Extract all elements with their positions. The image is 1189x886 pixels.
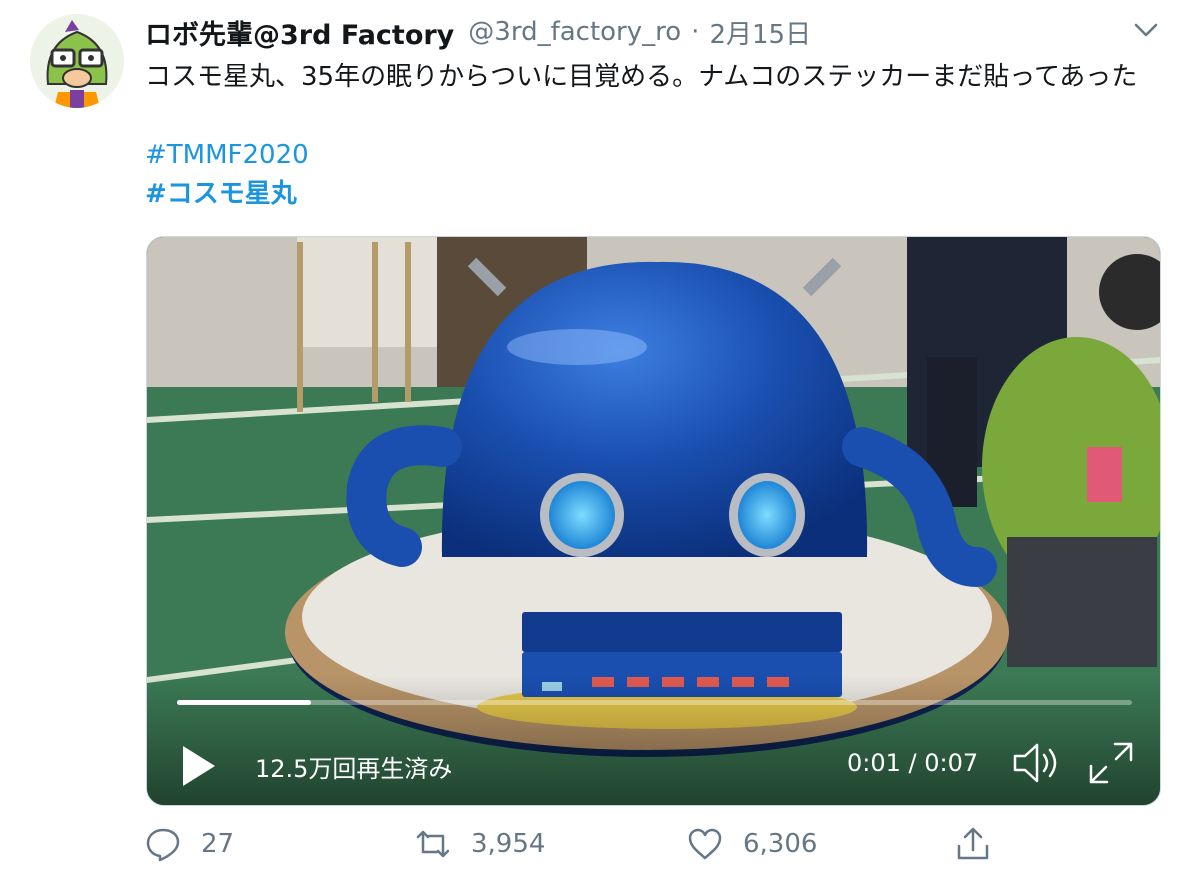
like-icon — [688, 828, 722, 860]
fullscreen-icon[interactable] — [1087, 740, 1135, 786]
chevron-down-icon[interactable] — [1132, 16, 1160, 44]
tweet-text: コスモ星丸、35年の眠りからついに目覚める。ナムコのステッカーまだ貼ってあった — [145, 62, 1138, 92]
timecode: 0:01 / 0:07 — [847, 749, 979, 777]
hashtag-link[interactable]: #TMMF2020 — [145, 135, 309, 175]
video-player[interactable]: 12.5万回再生済み 0:01 / 0:07 — [146, 236, 1161, 806]
like-button[interactable]: 6,306 — [687, 826, 817, 862]
reply-button[interactable]: 27 — [145, 826, 234, 862]
like-count: 6,306 — [743, 829, 818, 859]
retweet-icon — [416, 830, 450, 858]
hashtag-link[interactable]: #コスモ星丸 — [145, 174, 297, 214]
user-handle[interactable]: @3rd_factory_ro — [468, 17, 681, 47]
retweet-count: 3,954 — [471, 829, 546, 859]
share-icon — [957, 827, 989, 860]
volume-icon[interactable] — [1011, 740, 1065, 786]
controls-overlay — [147, 675, 1160, 805]
avatar-character-icon — [30, 14, 124, 108]
reply-icon — [146, 828, 180, 862]
tweet-header: ロボ先輩@3rd Factory @3rd_factory_ro · 2月15日 — [145, 12, 811, 52]
reply-count: 27 — [201, 829, 235, 859]
separator-dot: · — [691, 17, 700, 47]
tweet-actions: 27 3,954 6,306 — [0, 826, 1189, 872]
view-count: 12.5万回再生済み — [255, 755, 453, 783]
tweet-date[interactable]: 2月15日 — [709, 14, 811, 51]
progress-fill — [177, 700, 311, 705]
retweet-button[interactable]: 3,954 — [415, 826, 545, 862]
progress-bar[interactable] — [177, 700, 1132, 705]
play-icon[interactable] — [179, 742, 219, 790]
avatar[interactable] — [30, 14, 124, 108]
share-button[interactable] — [955, 826, 991, 862]
display-name[interactable]: ロボ先輩@3rd Factory — [145, 13, 454, 52]
